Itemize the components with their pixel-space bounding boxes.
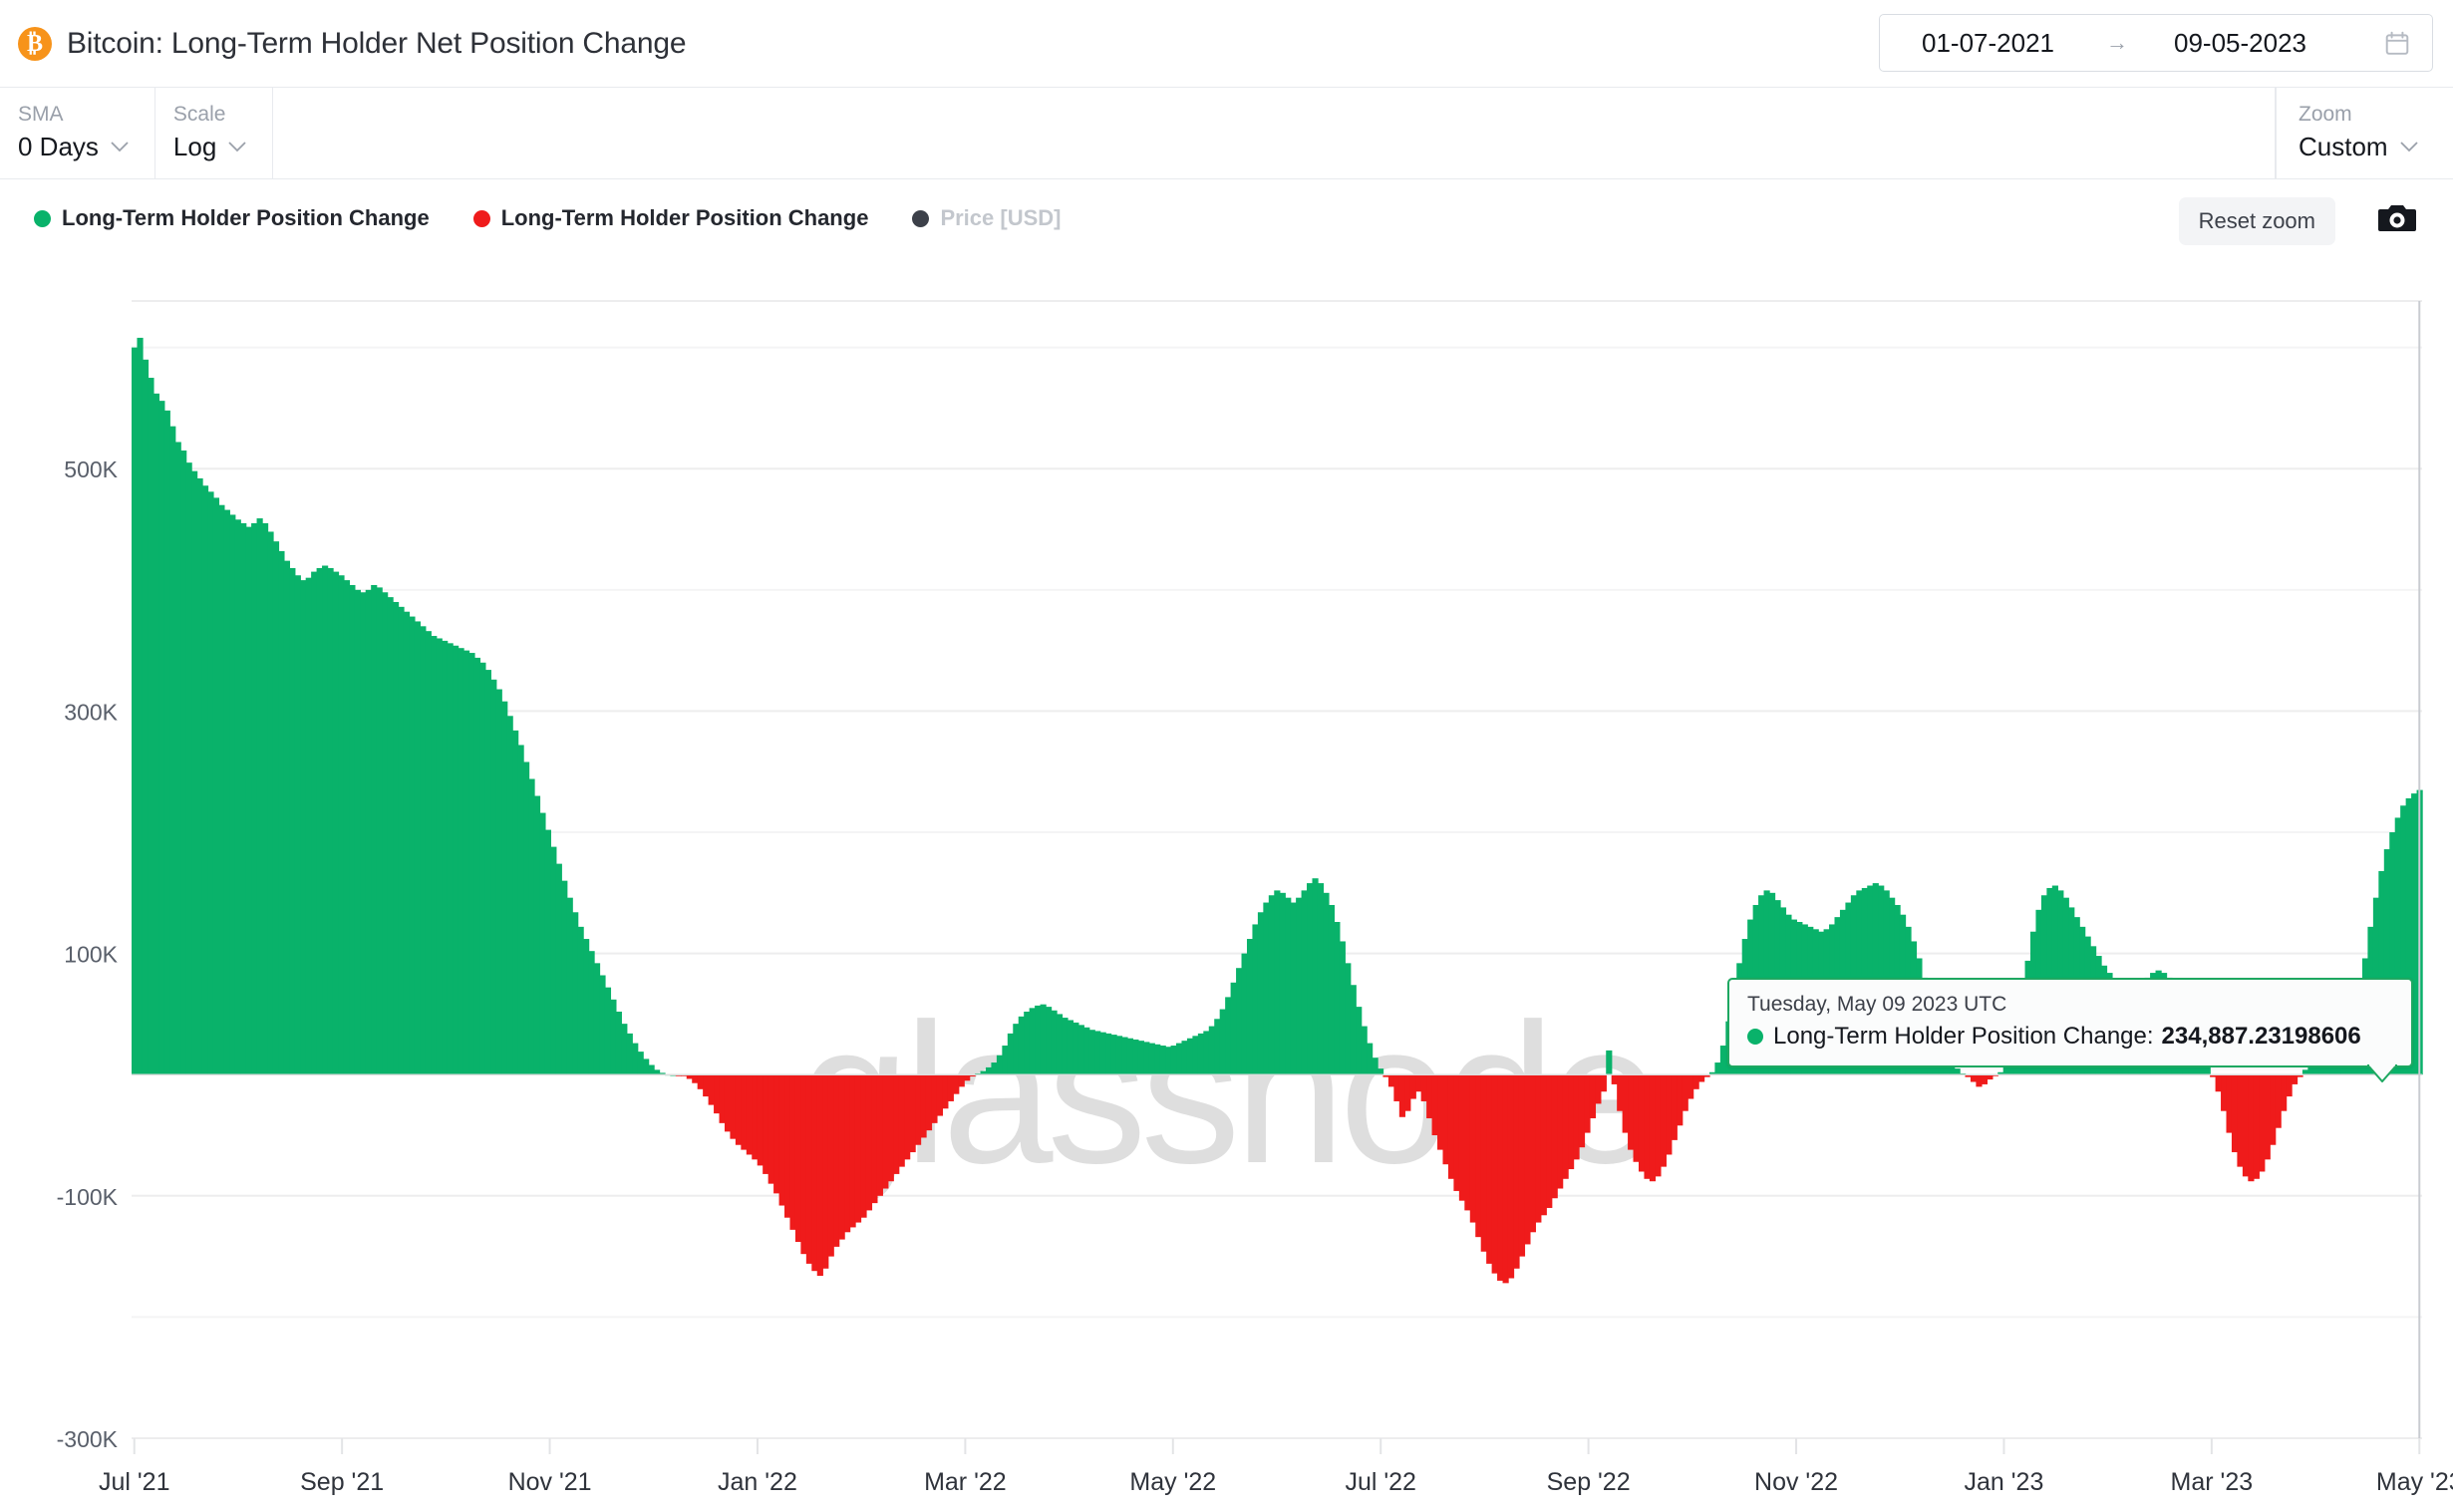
svg-text:Mar '22: Mar '22 [924,1468,1007,1496]
legend-color-dot [34,209,51,227]
tooltip-value: 234,887.23198606 [2161,1023,2361,1050]
chart-area[interactable]: glassnode 500K 300K 100K -100K -300K Jul '21 S… [0,257,2453,1512]
toolbar-spacer [273,88,2276,178]
date-range-picker[interactable]: 01-07-2021 → 09-05-2023 [1879,14,2433,72]
legend-item-price[interactable]: Price [USD] [912,205,1061,231]
legend-color-dot [912,209,930,227]
svg-text:Sep '22: Sep '22 [1547,1468,1631,1496]
legend-item-negative[interactable]: Long-Term Holder Position Change [472,205,869,231]
zoom-control[interactable]: Zoom Custom [2276,88,2453,178]
sma-value[interactable]: 0 Days [18,132,99,162]
legend-item-label: Price [USD] [940,205,1062,230]
date-range-arrow-icon: → [2106,30,2128,55]
sma-label: SMA [18,103,64,126]
chevron-down-icon[interactable] [2399,142,2418,152]
svg-text:-300K: -300K [57,1426,119,1452]
page-title: Bitcoin: Long-Term Holder Net Position C… [67,26,687,60]
calendar-icon[interactable] [2384,30,2410,57]
scale-label: Scale [172,103,226,126]
svg-text:Jan '23: Jan '23 [1965,1468,2044,1496]
chart-tooltip: Tuesday, May 09 2023 UTC Long-Term Holde… [1727,978,2413,1082]
svg-text:Mar '23: Mar '23 [2171,1468,2254,1496]
camera-icon[interactable] [2377,199,2417,235]
sma-control[interactable]: SMA 0 Days [0,88,155,178]
svg-text:Jul '22: Jul '22 [1345,1468,1415,1496]
page-header: ₿ Bitcoin: Long-Term Holder Net Position… [0,0,2453,88]
tooltip-date: Tuesday, May 09 2023 UTC [1747,993,2007,1016]
date-range-end[interactable]: 09-05-2023 [2174,28,2306,59]
tooltip-pointer-icon [2367,1064,2397,1082]
chevron-down-icon[interactable] [228,142,246,152]
date-range-start[interactable]: 01-07-2021 [1922,28,2054,59]
svg-text:Nov '21: Nov '21 [508,1468,592,1496]
bitcoin-icon: ₿ [18,26,52,61]
svg-text:Jul '21: Jul '21 [99,1468,169,1496]
tooltip-series-dot [1747,1029,1763,1045]
scale-value[interactable]: Log [173,132,216,162]
legend-item-positive[interactable]: Long-Term Holder Position Change [34,205,430,231]
svg-text:500K: 500K [64,456,118,482]
svg-text:300K: 300K [64,699,118,725]
svg-text:100K: 100K [64,942,118,968]
svg-text:Jan '22: Jan '22 [718,1468,797,1496]
legend-color-dot [472,209,490,227]
chevron-down-icon[interactable] [111,142,129,152]
legend-item-label: Long-Term Holder Position Change [62,205,430,230]
svg-text:Sep '21: Sep '21 [300,1468,384,1496]
svg-text:Nov '22: Nov '22 [1754,1468,1838,1496]
svg-text:-100K: -100K [57,1184,119,1210]
scale-control[interactable]: Scale Log [155,88,274,178]
svg-text:May '23: May '23 [2376,1468,2453,1496]
chart-legend: Long-Term Holder Position Change Long-Te… [0,179,2453,257]
tooltip-series-label: Long-Term Holder Position Change: [1773,1023,2154,1050]
glassnode-chart-app: ₿ Bitcoin: Long-Term Holder Net Position… [0,0,2453,1512]
svg-text:May '22: May '22 [1129,1468,1216,1496]
reset-zoom-button[interactable]: Reset zoom [2178,197,2335,245]
zoom-label: Zoom [2299,103,2352,126]
zoom-value[interactable]: Custom [2299,132,2388,162]
chart-toolbar: SMA 0 Days Scale Log Zoom Custom [0,88,2453,179]
net-position-change-bar-chart[interactable]: 500K 300K 100K -100K -300K Jul '21 Sep '21 Nov … [0,257,2453,1512]
legend-item-label: Long-Term Holder Position Change [500,205,869,230]
